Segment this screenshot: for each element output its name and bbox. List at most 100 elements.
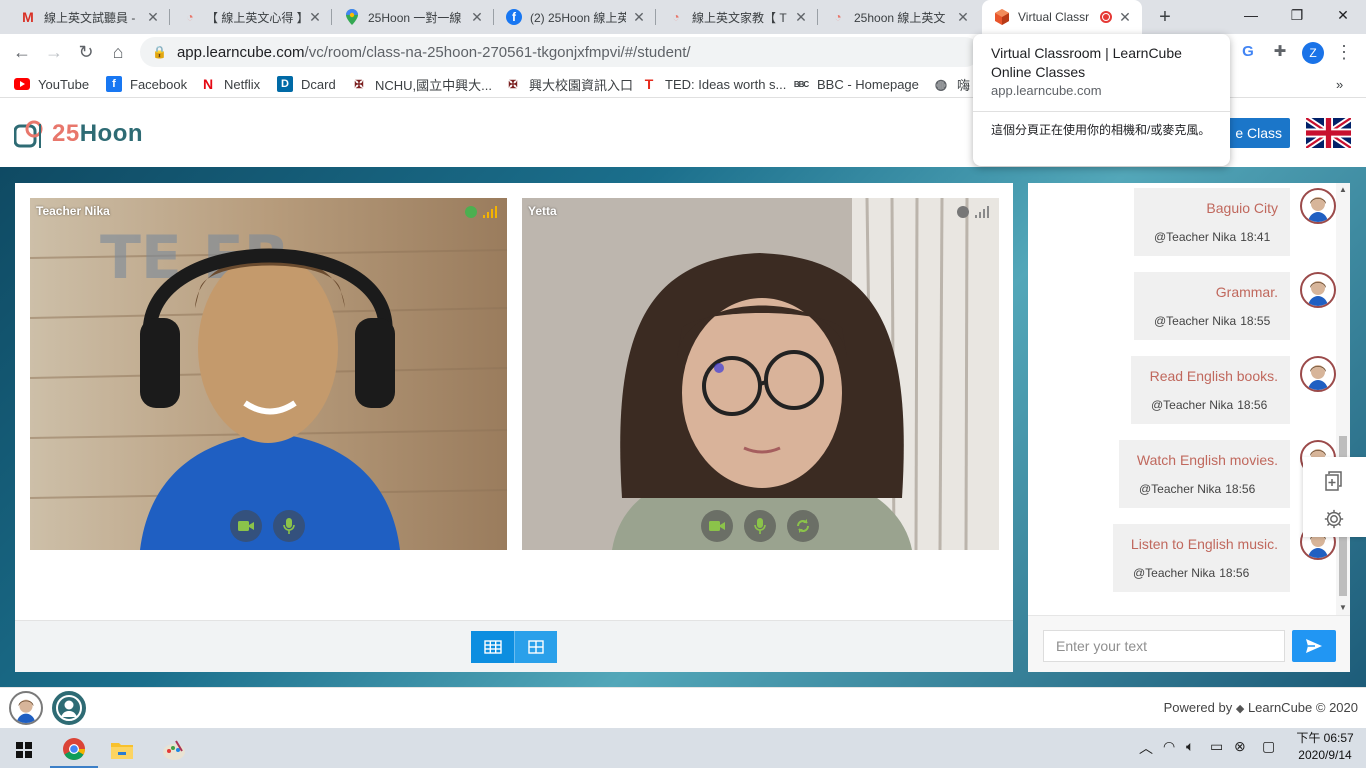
url-host: app.learncube.com	[176, 43, 305, 61]
browser-tab[interactable]: f (2) 25Hoon 線上英 ✕	[494, 0, 656, 34]
close-tab-icon[interactable]: ✕	[792, 9, 810, 26]
chat-message-list[interactable]: Baguio City @Teacher Nika 18:41 Grammar. …	[1028, 183, 1336, 615]
video-controls	[701, 510, 819, 542]
signal-strength-icon	[483, 206, 497, 218]
uk-flag-icon[interactable]	[1304, 115, 1353, 151]
send-icon	[1306, 639, 1322, 653]
25hoon-logo-icon: ◔	[186, 10, 194, 24]
bookmark-label: Dcard	[301, 76, 336, 92]
user-avatar-icon[interactable]	[52, 691, 86, 725]
profile-avatar[interactable]: Z	[1302, 42, 1324, 64]
forward-icon[interactable]: →	[42, 40, 66, 64]
bbc-icon: BBC	[793, 79, 809, 89]
message-meta: @Teacher Nika 18:56	[1151, 398, 1268, 412]
grid-layout-button[interactable]	[471, 631, 514, 663]
student-video-feed	[522, 198, 999, 550]
bookmark-ted[interactable]: T TED: Ideas worth s...	[641, 75, 787, 93]
chat-scrollbar[interactable]: ▲ ▼	[1336, 183, 1350, 615]
reload-icon[interactable]: ↻	[74, 40, 98, 64]
browser-tab-active[interactable]: Virtual Classr ✕	[982, 0, 1142, 34]
microphone-toggle-icon[interactable]	[744, 510, 776, 542]
clock-date: 2020/9/14	[1298, 748, 1352, 762]
send-message-button[interactable]	[1292, 630, 1336, 662]
camera-mic-notice: 這個分頁正在使用你的相機和/或麥克風。	[991, 123, 1211, 137]
bookmark-netflix[interactable]: N Netflix	[200, 75, 260, 93]
camera-toggle-icon[interactable]	[701, 510, 733, 542]
switch-camera-icon[interactable]	[787, 510, 819, 542]
windows-start-icon[interactable]	[0, 732, 48, 768]
browser-tab[interactable]: 25Hoon 一對一線 ✕	[332, 0, 494, 34]
message-text: Read English books.	[1149, 368, 1278, 384]
scroll-down-icon[interactable]: ▼	[1338, 603, 1348, 612]
camera-toggle-icon[interactable]	[230, 510, 262, 542]
file-explorer-icon[interactable]	[98, 732, 146, 768]
browser-tab[interactable]: ◔ 線上英文家教【 T ✕	[656, 0, 818, 34]
teacher-avatar	[1300, 188, 1336, 224]
teacher-video-feed: TE ER	[30, 198, 507, 550]
chat-input[interactable]	[1043, 630, 1285, 662]
globe-icon: ◍	[934, 75, 948, 92]
extensions-icon[interactable]: ✚	[1270, 42, 1290, 62]
close-tab-icon[interactable]: ✕	[144, 9, 162, 26]
split-layout-button[interactable]	[514, 631, 557, 663]
close-tab-icon[interactable]: ✕	[954, 9, 972, 26]
layout-switcher	[471, 631, 557, 663]
close-tab-icon[interactable]: ✕	[306, 9, 324, 26]
home-icon[interactable]: ⌂	[106, 40, 130, 64]
bookmark-dcard[interactable]: D Dcard	[277, 75, 336, 93]
tab-hover-card: Virtual Classroom | LearnCube Online Cla…	[973, 34, 1230, 166]
browser-tab[interactable]: M 線上英文試聽員 - ✕	[8, 0, 170, 34]
battery-icon[interactable]: ▭	[1210, 738, 1223, 755]
add-document-icon[interactable]	[1323, 470, 1345, 492]
notification-off-icon[interactable]: ⊗	[1234, 738, 1246, 755]
chat-message: Listen to English music. @Teacher Nika 18…	[1113, 524, 1290, 592]
tab-title: Virtual Classr	[1018, 10, 1090, 24]
chat-message: Watch English movies. @Teacher Nika 18:56	[1119, 440, 1290, 508]
bookmark-globe[interactable]: ◍ 嗨	[933, 75, 970, 93]
bookmarks-overflow-button[interactable]: »	[1336, 75, 1343, 93]
address-bar[interactable]: 🔒 app.learncube.com/vc/room/class-na-25h…	[140, 37, 980, 67]
back-icon[interactable]: ←	[10, 40, 34, 64]
show-hidden-icons[interactable]: ︿	[1139, 738, 1153, 758]
browser-tab[interactable]: ◔ 25hoon 線上英文 ✕	[818, 0, 980, 34]
student-video[interactable]: Yetta	[522, 198, 999, 550]
bookmark-youtube[interactable]: YouTube	[14, 75, 89, 93]
site-logo[interactable]: 25Hoon	[13, 120, 144, 148]
scroll-up-icon[interactable]: ▲	[1338, 185, 1348, 194]
teacher-participant-avatar[interactable]	[9, 691, 43, 725]
microphone-toggle-icon[interactable]	[273, 510, 305, 542]
bookmark-nchu[interactable]: ✠ NCHU,國立中興大...	[351, 75, 492, 93]
chrome-taskbar-icon[interactable]	[50, 732, 98, 768]
volume-icon[interactable]: 🔈︎	[1186, 738, 1194, 755]
minimize-icon[interactable]: —	[1228, 0, 1274, 30]
restore-icon[interactable]: ❐	[1274, 0, 1320, 30]
translate-icon[interactable]: G	[1238, 42, 1258, 62]
bookmark-bbc[interactable]: BBC BBC - Homepage	[793, 75, 919, 93]
bookmark-facebook[interactable]: f Facebook	[106, 75, 187, 93]
paint-icon[interactable]	[150, 732, 198, 768]
new-tab-button[interactable]: +	[1151, 5, 1179, 29]
close-tab-icon[interactable]: ✕	[630, 9, 648, 26]
status-dot-icon	[465, 206, 477, 218]
settings-gear-icon[interactable]	[1323, 508, 1345, 530]
menu-icon[interactable]: ⋮	[1334, 42, 1354, 62]
action-center-icon[interactable]: ▢	[1262, 738, 1275, 755]
recording-icon	[1100, 11, 1112, 23]
close-tab-icon[interactable]: ✕	[468, 9, 486, 26]
youtube-icon	[14, 76, 30, 92]
browser-tab-strip: M 線上英文試聽員 - ✕ ◔ 【 線上英文心得 】 ✕ 25Hoon 一對一線…	[0, 0, 1366, 34]
browser-tab[interactable]: ◔ 【 線上英文心得 】 ✕	[170, 0, 332, 34]
system-clock[interactable]: 下午 06:57 2020/9/14	[1290, 730, 1360, 764]
hover-card-url: app.learncube.com	[991, 83, 1102, 98]
connection-status	[465, 206, 497, 218]
facebook-icon: f	[506, 9, 522, 25]
bookmark-nchu-portal[interactable]: ✠ 興大校園資訊入口	[505, 75, 633, 93]
maps-icon	[344, 9, 360, 25]
logo-text: 25Hoon	[52, 120, 144, 147]
wifi-icon[interactable]: ◠	[1163, 738, 1175, 755]
status-dot-icon	[957, 206, 969, 218]
close-window-icon[interactable]: ✕	[1320, 0, 1366, 30]
close-tab-icon[interactable]: ✕	[1116, 9, 1134, 26]
teacher-video[interactable]: TE ER Teacher Nika	[30, 198, 507, 550]
tab-title: 線上英文家教【 T	[692, 10, 787, 25]
